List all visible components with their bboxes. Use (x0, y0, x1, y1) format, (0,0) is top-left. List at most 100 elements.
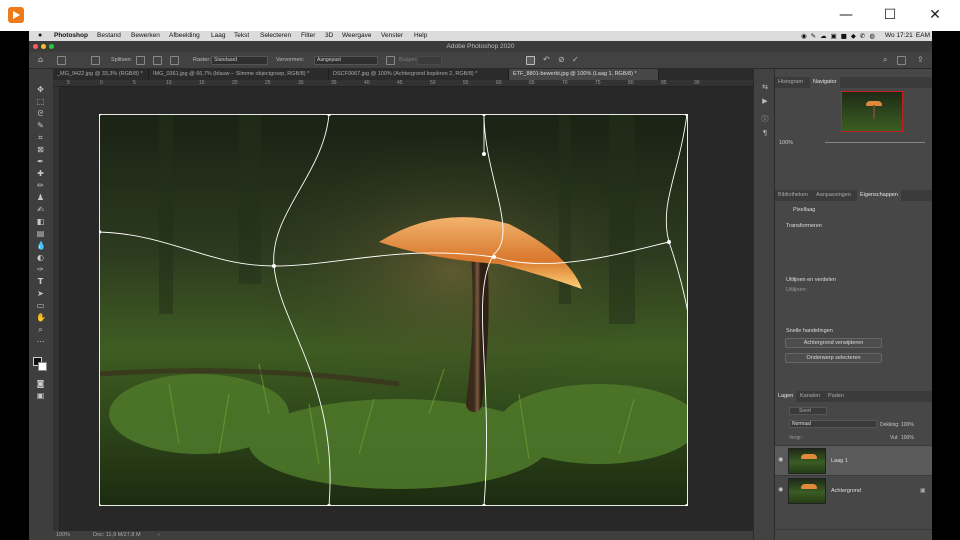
kind-filter-select[interactable]: Soort (789, 407, 827, 415)
opacity-value[interactable]: 100% (901, 422, 914, 428)
lasso-tool-icon[interactable]: ᘓ (36, 109, 45, 118)
bend-input[interactable] (417, 56, 442, 65)
dodge-tool-icon[interactable]: ◐ (36, 253, 45, 262)
share-icon[interactable]: ⇪ (917, 55, 924, 64)
layer-row-achtergrond[interactable]: ◉ Achtergrond ▣ (775, 475, 932, 505)
status-menu-chevron-icon[interactable]: › (158, 531, 160, 540)
doc-size: Doc: 11,9 M/27,8 M (93, 532, 141, 538)
menu-venster[interactable]: Venster (381, 31, 403, 41)
tab-img0361[interactable]: IMG_0361.jpg @ 66,7% (blauw – Slimme obj… (149, 69, 329, 80)
eraser-tool-icon[interactable]: ◧ (36, 217, 45, 226)
tab-mg9422[interactable]: _MG_9422.jpg @ 33,3% (RGB/8) * (53, 69, 149, 80)
menu-afbeelding[interactable]: Afbeelding (169, 31, 200, 41)
tab-etf8801[interactable]: ETF_8801-bewerkt.jpg @ 100% (Laag 1, RGB… (509, 69, 659, 80)
info-icon[interactable]: ⓘ (761, 115, 769, 123)
blend-mode-select[interactable]: Normaal (789, 420, 877, 428)
remove-background-button[interactable]: Achtergrond verwijderen (785, 338, 882, 348)
menu-bestand[interactable]: Bestand (97, 31, 121, 41)
zoom-tool-icon[interactable]: ⌕ (36, 325, 45, 334)
background-color-swatch[interactable] (38, 362, 47, 371)
menu-tekst[interactable]: Tekst (234, 31, 249, 41)
navigator-zoom[interactable]: 100% (779, 140, 793, 146)
tab-layers[interactable]: Lagen (775, 391, 797, 402)
actions-icon[interactable]: ▶ (761, 97, 769, 105)
navigator-zoom-slider[interactable] (825, 142, 925, 143)
menu-3d[interactable]: 3D (325, 31, 333, 41)
split-vertical-icon[interactable] (153, 56, 162, 65)
layer-row-laag1[interactable]: ◉ Laag 1 (775, 445, 932, 475)
navigator-thumbnail[interactable] (841, 91, 903, 132)
quick-actions-section[interactable]: Snelle handelingen (786, 328, 833, 334)
tab-histogram[interactable]: Histogram (775, 77, 806, 88)
tab-navigator[interactable]: Navigator (810, 77, 840, 88)
canvas-area[interactable]: 5 0 5 10 15 20 25 30 35 40 45 50 55 60 65 70 75 80 85 90 (53, 80, 753, 531)
history-brush-icon[interactable]: ✍ (36, 205, 45, 214)
home-icon[interactable]: ⌂ (38, 55, 43, 64)
gradient-tool-icon[interactable]: ▤ (36, 229, 45, 238)
menu-photoshop[interactable]: Photoshop (54, 31, 88, 41)
cancel-icon[interactable]: ⊘ (558, 55, 565, 64)
tab-paths[interactable]: Paden (825, 391, 847, 402)
split-horizontal-icon[interactable] (170, 56, 179, 65)
history-icon[interactable]: ⇆ (761, 83, 769, 91)
menu-filter[interactable]: Filter (301, 31, 315, 41)
grid-select[interactable]: Standaard (211, 56, 268, 65)
menu-help[interactable]: Help (414, 31, 427, 41)
fill-value[interactable]: 100% (901, 435, 914, 441)
stamp-tool-icon[interactable]: ♟ (36, 193, 45, 202)
eyedropper-tool-icon[interactable]: ✒ (36, 157, 45, 166)
tab-channels[interactable]: Kanalen (797, 391, 823, 402)
split-cross-icon[interactable] (136, 56, 145, 65)
align-section[interactable]: Uitlijnen en verdelen (786, 277, 836, 283)
crop-tool-icon[interactable]: ⌗ (36, 133, 45, 142)
search-icon[interactable]: ⌕ (883, 55, 887, 65)
marquee-tool-icon[interactable]: ⬚ (36, 97, 45, 106)
workspace-icon[interactable] (897, 56, 906, 65)
close-dot[interactable] (33, 44, 38, 49)
warp-tool-icon[interactable] (57, 56, 66, 65)
hand-tool-icon[interactable]: ✋ (36, 313, 46, 322)
tab-libraries[interactable]: Bibliotheken (775, 190, 811, 201)
warp-mesh[interactable] (99, 114, 688, 506)
orientation-icon[interactable] (386, 56, 395, 65)
select-subject-button[interactable]: Onderwerp selecteren (785, 353, 882, 363)
apple-icon[interactable]: ● (38, 31, 42, 41)
mushroom-photo[interactable] (99, 114, 688, 506)
close-button[interactable]: ✕ (915, 4, 955, 26)
transform-section[interactable]: Transformeren (786, 223, 822, 229)
tab-properties[interactable]: Eigenschappen (857, 190, 901, 201)
menu-weergave[interactable]: Weergave (342, 31, 372, 41)
warp-select[interactable]: Aangepast (314, 56, 378, 65)
pen-tool-icon[interactable]: ✑ (36, 265, 45, 274)
frame-tool-icon[interactable]: ⊠ (36, 145, 45, 154)
undo-icon[interactable]: ↶ (543, 55, 550, 64)
blur-tool-icon[interactable]: 💧 (36, 241, 46, 250)
more-tools-icon[interactable]: ⋯ (36, 337, 45, 346)
path-select-icon[interactable]: ➤ (36, 289, 45, 298)
menu-laag[interactable]: Laag (211, 31, 225, 41)
warp-label: Vervormen: (276, 57, 305, 63)
puppet-warp-icon[interactable] (526, 56, 535, 65)
brush-tool-icon[interactable]: ✏ (36, 181, 45, 190)
quick-mask-icon[interactable]: ◙ (36, 379, 45, 388)
type-tool-icon[interactable]: T (36, 277, 45, 286)
quick-select-tool-icon[interactable]: ✎ (36, 121, 45, 130)
screen-mode-icon[interactable]: ▣ (36, 391, 45, 400)
tab-adjustments[interactable]: Aanpassingen (813, 190, 854, 201)
eye-icon[interactable]: ◉ (778, 487, 784, 493)
move-tool-icon[interactable]: ✥ (36, 85, 45, 94)
tab-dscf0067[interactable]: DSCF0067.jpg @ 100% (Achtergrond kopiëre… (329, 69, 509, 80)
healing-tool-icon[interactable]: ✚ (36, 169, 45, 178)
warp-mode-icon[interactable] (91, 56, 100, 65)
menu-bewerken[interactable]: Bewerken (131, 31, 160, 41)
zoom-dot[interactable] (49, 44, 54, 49)
commit-icon[interactable]: ✓ (572, 55, 579, 64)
eye-icon[interactable]: ◉ (778, 457, 784, 463)
zoom-readout[interactable]: 100% (56, 531, 70, 540)
maximize-button[interactable]: ☐ (870, 4, 910, 26)
minimize-button[interactable]: — (826, 4, 866, 26)
menu-selecteren[interactable]: Selecteren (260, 31, 291, 41)
minimize-dot[interactable] (41, 44, 46, 49)
shape-tool-icon[interactable]: ▭ (36, 301, 45, 310)
paragraph-icon[interactable]: ¶ (761, 129, 769, 137)
